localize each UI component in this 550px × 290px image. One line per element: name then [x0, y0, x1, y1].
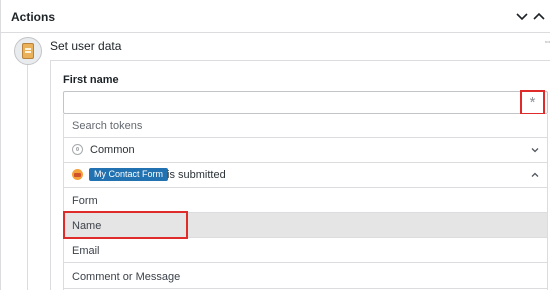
- form-plugin-icon: [72, 169, 83, 180]
- first-name-label: First name: [63, 74, 119, 86]
- insert-token-button[interactable]: *: [520, 90, 545, 115]
- token-item-label: Name: [72, 220, 102, 232]
- token-item-comment[interactable]: Comment or Message: [64, 264, 547, 289]
- token-item-label: Email: [72, 245, 100, 257]
- actions-panel: Actions Set user data ⇔ First name * Com…: [0, 0, 550, 290]
- asterisk-icon: *: [529, 94, 536, 111]
- step-extra-icon[interactable]: ⇔: [543, 36, 550, 46]
- panel-title: Actions: [11, 10, 56, 24]
- form-step-icon: [14, 37, 42, 65]
- chevron-up-icon: [531, 172, 539, 177]
- actions-header: Actions: [1, 0, 550, 33]
- token-item-email[interactable]: Email: [64, 238, 547, 263]
- token-item-label: Form: [72, 195, 98, 207]
- form-trigger-text: is submitted: [167, 169, 226, 181]
- token-group-common[interactable]: Common: [64, 138, 547, 163]
- token-item-name[interactable]: Name: [64, 213, 547, 238]
- first-name-input[interactable]: [63, 91, 548, 114]
- token-item-label: Comment or Message: [72, 271, 181, 283]
- form-badge: My Contact Form: [89, 168, 169, 181]
- chevron-down-icon: [531, 148, 539, 153]
- token-dropdown: Common My Contact Form is submitted Form…: [63, 114, 548, 290]
- token-search-row: [64, 114, 547, 138]
- token-group-contact-form[interactable]: My Contact Form is submitted: [64, 163, 547, 188]
- step-title: Set user data: [50, 39, 122, 53]
- group-label-common: Common: [90, 144, 135, 156]
- token-item-form[interactable]: Form: [64, 188, 547, 213]
- token-search-input[interactable]: [64, 114, 547, 137]
- chevron-up-icon: [533, 12, 545, 20]
- chevron-down-icon: [516, 13, 528, 21]
- collapse-up-button[interactable]: [532, 9, 546, 23]
- collapse-down-button[interactable]: [515, 9, 529, 23]
- globe-icon: [72, 144, 83, 155]
- step-connector-line: [27, 65, 28, 290]
